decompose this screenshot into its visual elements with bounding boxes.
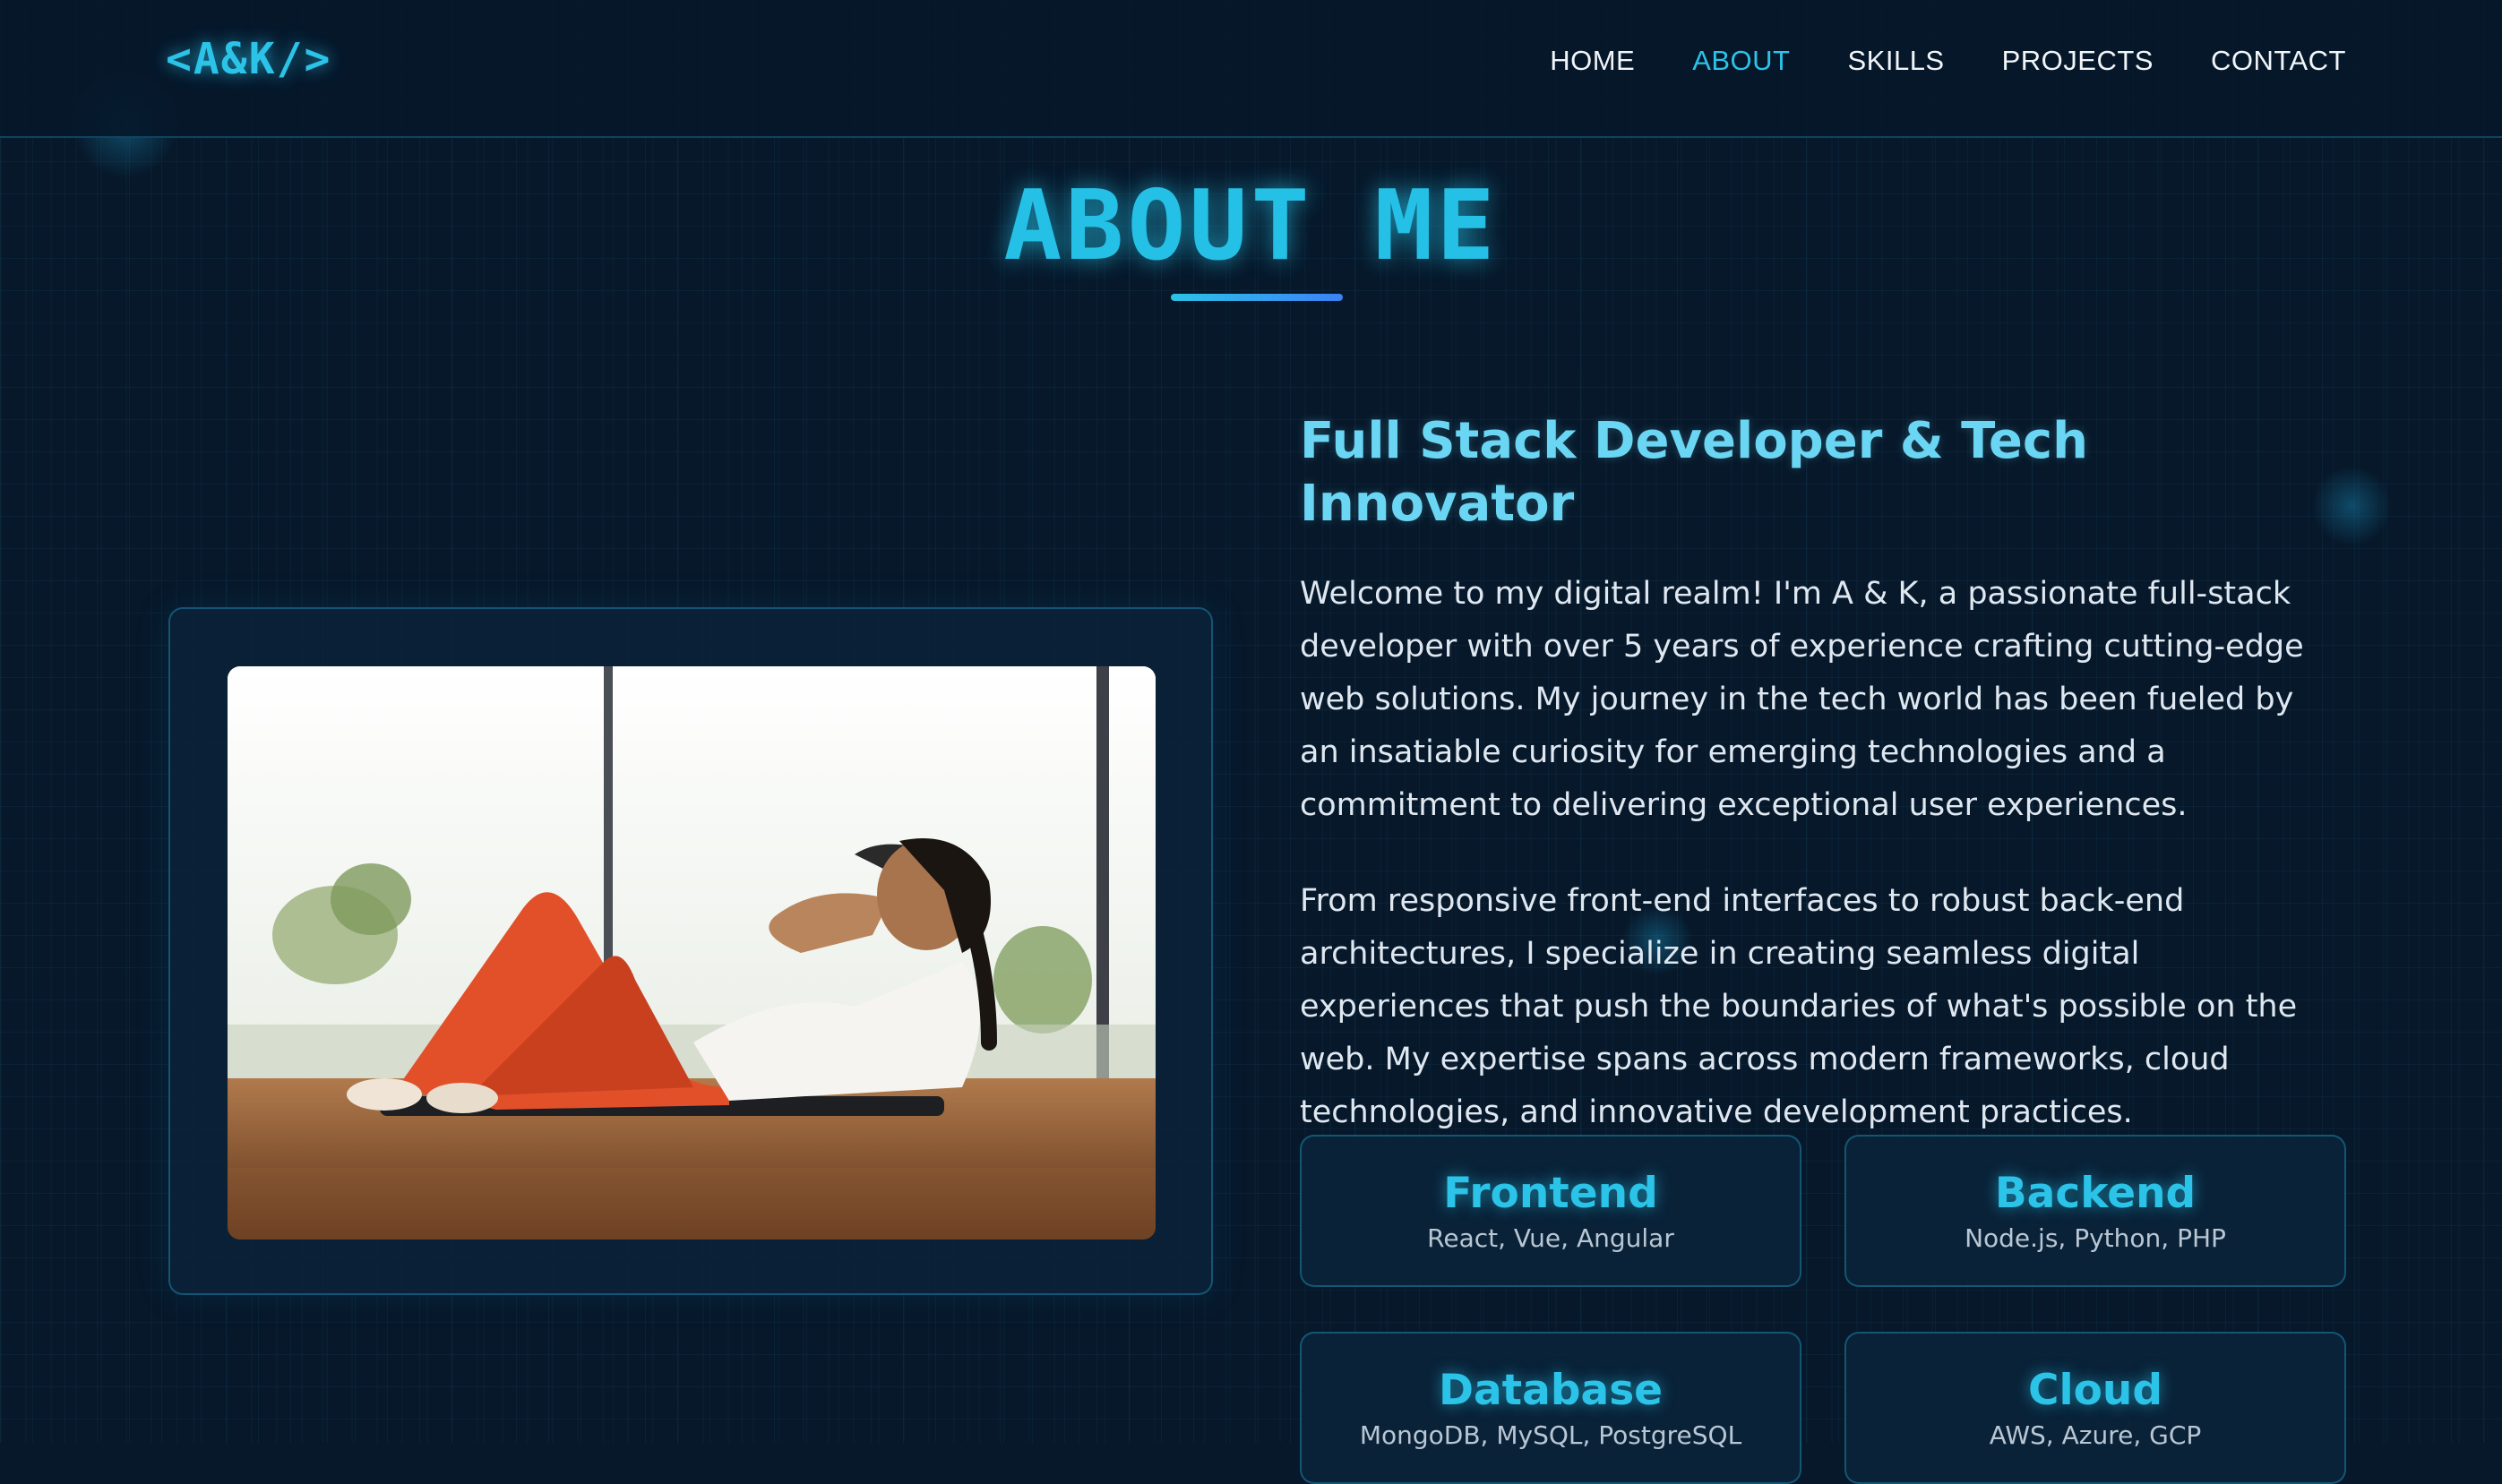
nav-home[interactable]: HOME [1550,45,1635,77]
nav-skills[interactable]: SKILLS [1847,45,1944,77]
site-header: <A&K/> HOME ABOUT SKILLS PROJECTS CONTAC… [0,0,2502,138]
skill-card-database[interactable]: Database MongoDB, MySQL, PostgreSQL [1300,1332,1801,1484]
skill-card-desc: AWS, Azure, GCP [1989,1420,2202,1450]
skill-card-desc: MongoDB, MySQL, PostgreSQL [1359,1420,1742,1450]
section-title: ABOUT ME [1003,170,1499,282]
skill-card-backend[interactable]: Backend Node.js, Python, PHP [1844,1135,2346,1287]
skill-card-cloud[interactable]: Cloud AWS, Azure, GCP [1844,1332,2346,1484]
about-paragraph-2: From responsive front-end interfaces to … [1300,883,2298,1130]
skill-card-desc: React, Vue, Angular [1427,1223,1674,1253]
nav-projects[interactable]: PROJECTS [2002,45,2154,77]
skill-card-title: Backend [1994,1169,2197,1218]
skill-card-frontend[interactable]: Frontend React, Vue, Angular [1300,1135,1801,1287]
main-nav: HOME ABOUT SKILLS PROJECTS CONTACT [1492,45,2346,77]
about-paragraph-1: Welcome to my digital realm! I'm A & K, … [1300,576,2304,823]
about-content: Full Stack Developer & Tech Innovator We… [1300,410,2339,1182]
skill-card-title: Cloud [2028,1366,2162,1415]
nav-contact[interactable]: CONTACT [2211,45,2346,77]
profile-image-frame [168,607,1213,1295]
profile-photo [228,666,1156,1240]
skill-card-title: Frontend [1443,1169,1658,1218]
nav-about[interactable]: ABOUT [1692,45,1790,77]
about-subtitle: Full Stack Developer & Tech Innovator [1300,412,2088,533]
site-logo[interactable]: <A&K/> [166,34,331,84]
skill-card-desc: Node.js, Python, PHP [1965,1223,2226,1253]
title-underline [1171,294,1343,301]
skill-card-title: Database [1438,1366,1664,1415]
